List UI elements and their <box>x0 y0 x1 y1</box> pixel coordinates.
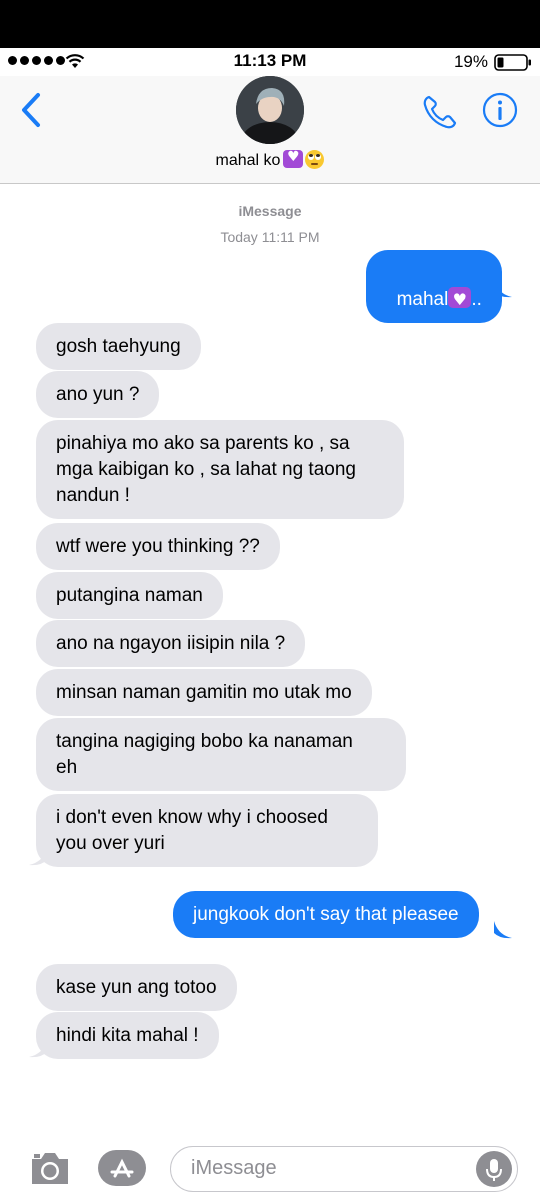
battery-icon <box>494 54 531 71</box>
message-bubble-incoming[interactable]: putangina naman <box>36 572 223 619</box>
message-bubble-incoming[interactable]: wtf were you thinking ?? <box>36 523 280 570</box>
message-text: kase yun ang totoo <box>56 977 217 998</box>
back-chevron-icon[interactable] <box>18 90 48 130</box>
thread-timestamp: Today 11:11 PM <box>220 229 320 245</box>
service-label: iMessage <box>238 203 302 219</box>
battery-percent: 19% <box>453 52 488 71</box>
message-text: gosh taehyung <box>56 336 181 357</box>
message-text-suffix: .. <box>471 289 482 310</box>
message-bubble-incoming[interactable]: i don't even know why i choosed you over… <box>36 794 378 867</box>
message-text: putangina naman <box>56 585 203 606</box>
message-bubble-incoming[interactable]: kase yun ang totoo <box>36 964 237 1011</box>
purple-heart-emoji-icon <box>448 287 472 313</box>
conversation-header: mahal ko <box>0 76 540 184</box>
info-icon[interactable] <box>482 92 518 128</box>
message-bubble-outgoing[interactable]: mahal.. <box>366 250 502 323</box>
eye-roll-emoji-icon <box>305 150 325 169</box>
message-text: tangina nagiging bobo ka nanaman eh <box>56 731 353 778</box>
bubble-tail <box>29 1040 47 1058</box>
phone-icon[interactable] <box>420 92 460 132</box>
purple-heart-emoji-icon <box>283 149 304 168</box>
app-store-icon[interactable] <box>98 1150 146 1186</box>
bubble-tail <box>494 921 512 939</box>
message-text: i don't even know why i choosed you over… <box>56 807 328 854</box>
status-bar: 11:13 PM 19% <box>0 48 540 76</box>
message-bubble-incoming[interactable]: ano yun ? <box>36 371 160 418</box>
message-text: wtf were you thinking ?? <box>56 536 260 557</box>
message-bubble-incoming[interactable]: tangina nagiging bobo ka nanaman eh <box>36 718 406 791</box>
message-text: minsan naman gamitin mo utak mo <box>56 682 352 703</box>
message-bubble-incoming[interactable]: gosh taehyung <box>36 323 201 370</box>
message-bubble-incoming[interactable]: pinahiya mo ako sa parents ko , sa mga k… <box>36 420 404 519</box>
message-text: ano na ngayon iisipin nila ? <box>56 633 286 654</box>
message-text: jungkook don't say that pleasee <box>193 904 459 925</box>
message-bubble-incoming[interactable]: minsan naman gamitin mo utak mo <box>36 669 372 716</box>
message-text: pinahiya mo ako sa parents ko , sa mga k… <box>56 433 356 506</box>
message-input-placeholder: iMessage <box>191 1157 277 1179</box>
contact-avatar[interactable] <box>236 76 304 144</box>
message-bubble-incoming[interactable]: hindi kita mahal ! <box>36 1012 219 1059</box>
message-bubble-outgoing[interactable]: jungkook don't say that pleasee <box>173 891 479 938</box>
microphone-icon[interactable] <box>476 1151 512 1187</box>
message-input[interactable]: iMessage <box>170 1146 518 1192</box>
contact-name-text: mahal ko <box>215 152 281 169</box>
bubble-tail <box>29 848 47 866</box>
camera-icon[interactable] <box>28 1150 72 1186</box>
message-text: mahal <box>396 289 449 310</box>
message-text: hindi kita mahal ! <box>56 1025 199 1046</box>
message-text: ano yun ? <box>56 384 140 405</box>
top-black-bar <box>0 0 540 48</box>
compose-bar: iMessage <box>0 1136 540 1200</box>
bubble-tail <box>494 280 512 298</box>
message-bubble-incoming[interactable]: ano na ngayon iisipin nila ? <box>36 620 306 667</box>
contact-name[interactable]: mahal ko <box>0 149 540 170</box>
